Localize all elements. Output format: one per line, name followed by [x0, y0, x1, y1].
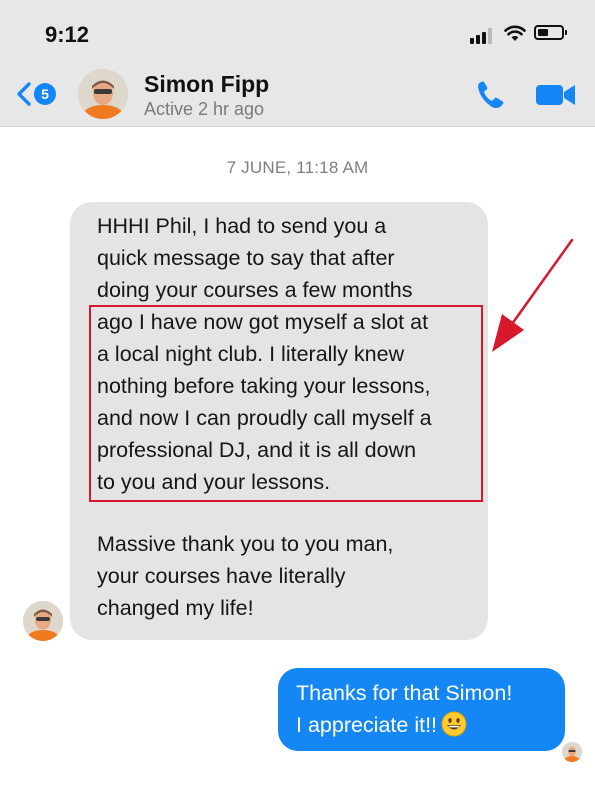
- status-bar: 9:12: [0, 0, 595, 62]
- conversation-header: 5 Simon Fipp Active 2 hr ago: [0, 62, 595, 127]
- avatar-image: [562, 742, 582, 762]
- message-line: professional DJ, and it is all down: [97, 438, 417, 462]
- message-line: quick message to say that after: [97, 246, 395, 270]
- message-line: to you and your lessons.: [97, 470, 331, 494]
- grinning-face-emoji-icon: [441, 711, 467, 737]
- unread-count-badge: 5: [34, 83, 56, 105]
- contact-active-status: Active 2 hr ago: [144, 99, 265, 119]
- avatar-image: [23, 601, 63, 641]
- message-line: a local night club. I literally knew: [97, 342, 405, 366]
- annotation-arrow-icon: [492, 238, 574, 352]
- incoming-message-paragraph-1: HHHI Phil, I had to send you a quick mes…: [97, 210, 474, 498]
- back-chevron-icon: [17, 82, 31, 106]
- read-receipt-avatar: [562, 742, 582, 762]
- message-line: nothing before taking your lessons,: [97, 374, 431, 398]
- sender-avatar[interactable]: [23, 601, 63, 641]
- message-line: your courses have literally: [97, 564, 346, 588]
- message-line: Thanks for that Simon!: [296, 681, 513, 705]
- message-line: Massive thank you to you man,: [97, 532, 394, 556]
- outgoing-message-text: Thanks for that Simon! I appreciate it!!: [296, 677, 551, 741]
- cellular-signal-icon: [470, 27, 496, 44]
- avatar-image: [78, 69, 128, 119]
- status-time: 9:12: [45, 22, 90, 47]
- message-line: and now I can proudly call myself a: [97, 406, 432, 430]
- battery-icon: [534, 25, 567, 40]
- message-line: doing your courses a few months: [97, 278, 413, 302]
- message-line: HHHI Phil, I had to send you a: [97, 214, 387, 238]
- back-button[interactable]: 5: [14, 79, 64, 109]
- message-timestamp: 7 JUNE, 11:18 AM: [226, 158, 369, 177]
- video-camera-icon[interactable]: [535, 80, 577, 110]
- contact-name[interactable]: Simon Fipp: [144, 71, 269, 98]
- incoming-message-paragraph-2: Massive thank you to you man, your cours…: [97, 528, 474, 624]
- contact-avatar[interactable]: [78, 69, 128, 119]
- message-line: changed my life!: [97, 596, 254, 620]
- phone-icon[interactable]: [474, 79, 510, 111]
- message-line: ago I have now got myself a slot at: [97, 310, 429, 334]
- incoming-message-bubble[interactable]: HHHI Phil, I had to send you a quick mes…: [70, 202, 488, 640]
- outgoing-message-bubble[interactable]: Thanks for that Simon! I appreciate it!!: [278, 668, 565, 751]
- message-line: I appreciate it!!: [296, 713, 438, 737]
- wifi-icon: [504, 25, 526, 41]
